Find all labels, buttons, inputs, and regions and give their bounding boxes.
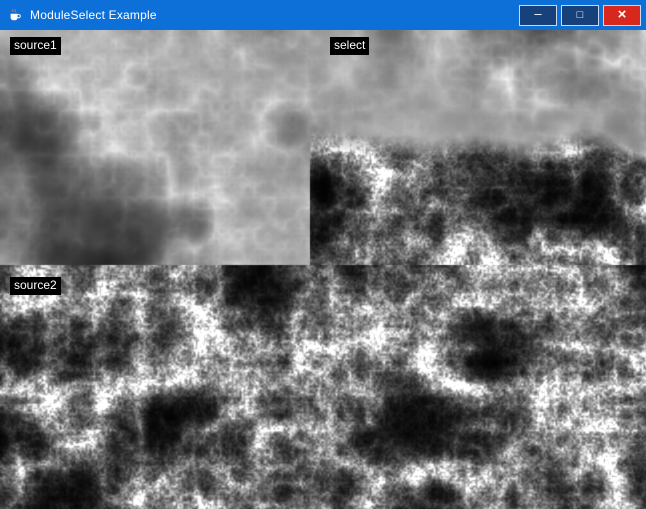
render-area: source1 select source2 — [0, 30, 646, 509]
panel-label-source1: source1 — [10, 37, 61, 55]
app-icon — [7, 7, 23, 23]
minimize-button[interactable]: – — [519, 5, 557, 26]
panel-label-select: select — [330, 37, 369, 55]
titlebar[interactable]: ModuleSelect Example – □ × — [0, 0, 646, 30]
maximize-button[interactable]: □ — [561, 5, 599, 26]
noise-canvas — [0, 30, 646, 509]
app-window: ModuleSelect Example – □ × source1 selec… — [0, 0, 646, 509]
window-title: ModuleSelect Example — [30, 8, 157, 22]
maximize-icon: □ — [577, 10, 584, 21]
close-button[interactable]: × — [603, 5, 641, 26]
panel-label-source2: source2 — [10, 277, 61, 295]
window-controls: – □ × — [519, 5, 646, 26]
minimize-icon: – — [534, 7, 541, 20]
close-icon: × — [618, 7, 627, 22]
